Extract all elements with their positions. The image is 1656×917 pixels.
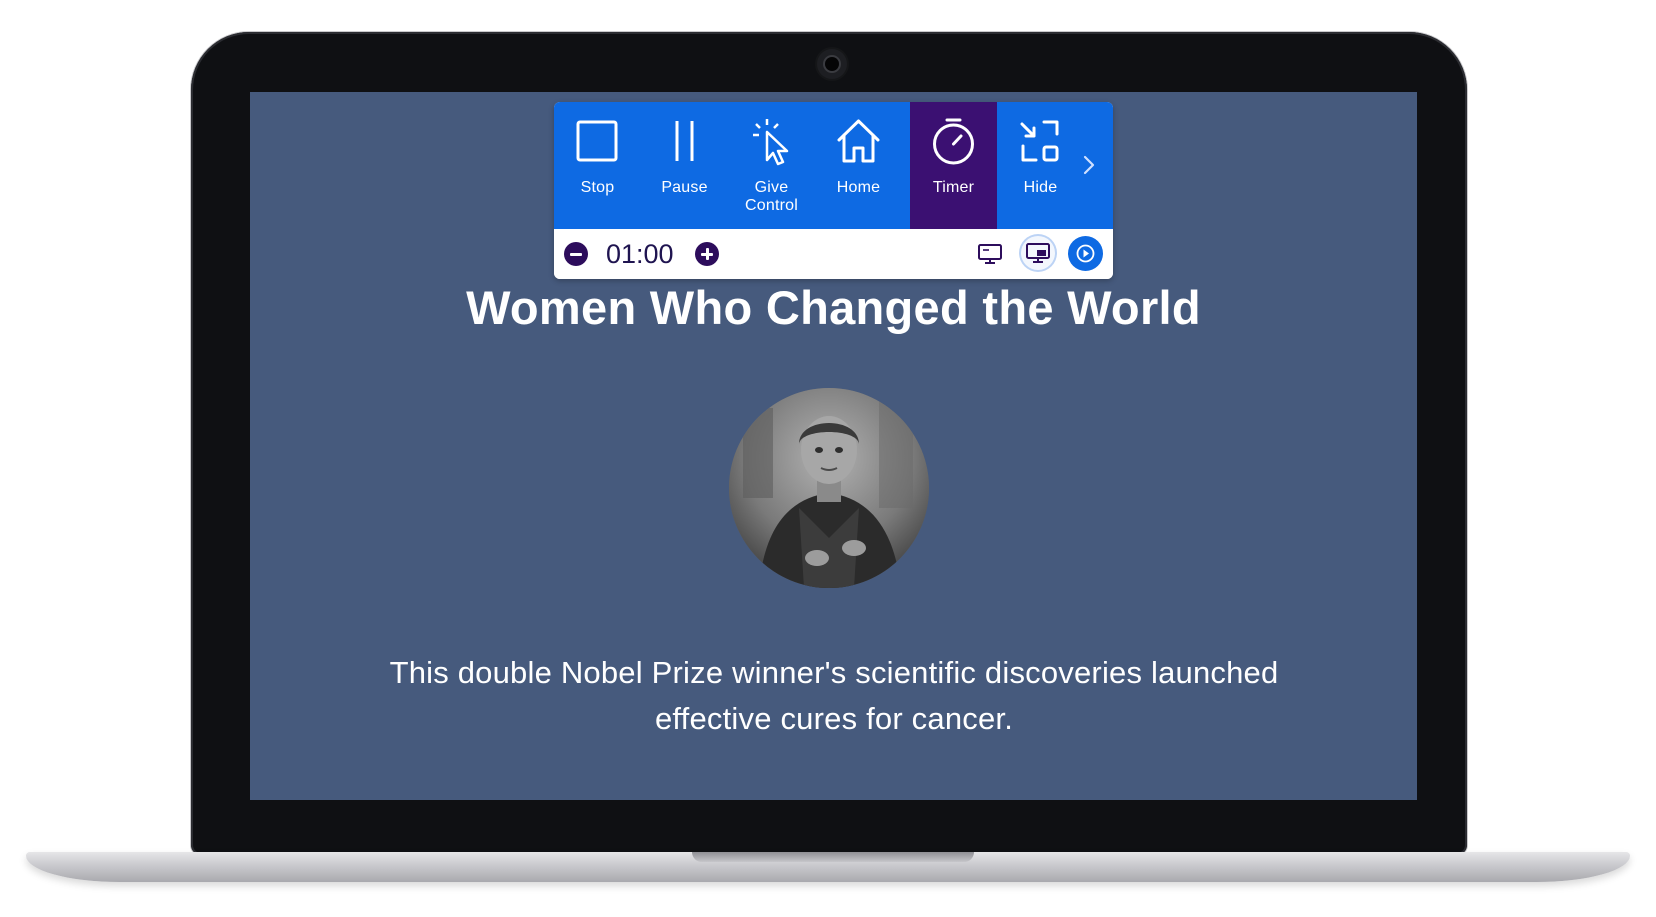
slide-title: Women Who Changed the World — [466, 281, 1201, 334]
give-control-label: Give Control — [745, 179, 798, 214]
pause-icon — [675, 121, 694, 161]
timer-button[interactable]: Timer — [910, 102, 997, 229]
timer-label: Timer — [932, 179, 975, 196]
presenter-toolbar: Stop Pause Give Control Home Timer Hide … — [554, 102, 1113, 279]
plus-circle-icon[interactable] — [695, 242, 719, 266]
play-button[interactable] — [1068, 236, 1103, 271]
webcam — [817, 49, 847, 79]
minus-circle-icon[interactable] — [564, 242, 588, 266]
toolbar-actions: Stop Pause Give Control Home Timer Hide — [554, 102, 1113, 229]
laptop-notch — [692, 852, 974, 862]
stop-button[interactable]: Stop — [554, 102, 641, 229]
pause-button[interactable]: Pause — [641, 102, 728, 229]
home-label: Home — [836, 179, 881, 196]
timer-value: 01:00 — [606, 239, 674, 269]
cursor-click-icon — [753, 119, 789, 166]
picture-in-picture-icon — [1026, 243, 1050, 263]
slide-body-text: This double Nobel Prize winner's scienti… — [389, 655, 1279, 736]
pause-label: Pause — [661, 179, 708, 196]
hide-button[interactable]: Hide — [997, 102, 1084, 229]
collapse-icon — [1020, 120, 1059, 162]
monitor-icon[interactable] — [977, 242, 1003, 266]
presentation-screen: Stop Pause Give Control Home Timer Hide … — [250, 92, 1417, 800]
stop-label: Stop — [580, 179, 615, 196]
give-control-button[interactable]: Give Control — [728, 102, 815, 229]
portrait-photo — [729, 388, 929, 588]
timer-controls: 01:00 — [554, 229, 1113, 279]
laptop-mockup: Stop Pause Give Control Home Timer Hide … — [0, 0, 1656, 917]
home-button[interactable]: Home — [815, 102, 902, 229]
play-icon — [1076, 244, 1095, 263]
portrait-image — [729, 388, 929, 588]
stop-icon — [576, 120, 618, 162]
home-icon — [837, 119, 880, 163]
picture-in-picture-toggle[interactable] — [1021, 236, 1055, 270]
hide-label: Hide — [1023, 179, 1058, 196]
stopwatch-icon — [933, 118, 974, 165]
chevron-right-icon[interactable] — [1077, 150, 1101, 180]
